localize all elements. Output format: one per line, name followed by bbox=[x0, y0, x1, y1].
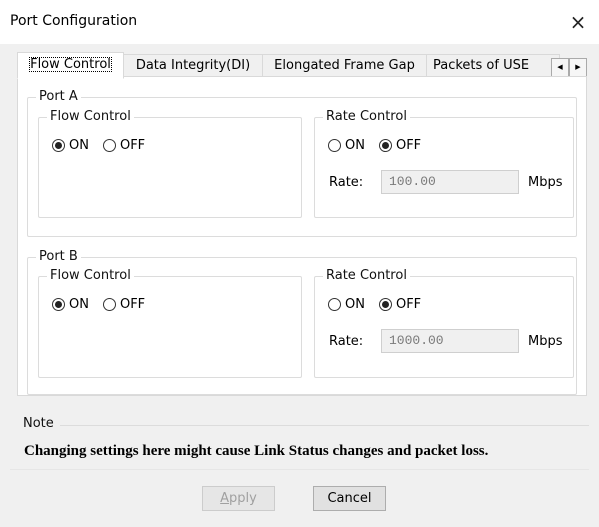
flow-control-radio-group: ON OFF bbox=[52, 295, 159, 313]
rate-off-radio[interactable]: OFF bbox=[378, 296, 422, 312]
radio-checked-icon bbox=[378, 138, 392, 152]
group-rate-control-b: Rate Control ON OFF Rate: 1000.00 Mbps bbox=[314, 268, 574, 378]
flow-on-radio[interactable]: ON bbox=[52, 297, 89, 312]
tab-elongated-frame-gap[interactable]: Elongated Frame Gap bbox=[262, 54, 427, 76]
flow-control-radio-group: ON OFF bbox=[52, 136, 159, 154]
title-bar: Port Configuration × bbox=[0, 0, 599, 44]
radio-label: ON bbox=[345, 296, 365, 312]
flow-on-radio[interactable]: ON bbox=[52, 138, 89, 153]
radio-label: OFF bbox=[119, 296, 146, 312]
rate-input[interactable]: 100.00 bbox=[381, 170, 519, 194]
flow-off-radio[interactable]: OFF bbox=[102, 296, 146, 312]
radio-unchecked-icon bbox=[102, 297, 116, 311]
rate-label: Rate: bbox=[329, 334, 364, 349]
tab-scroll-right-icon[interactable]: ▶ bbox=[569, 58, 587, 77]
tab-label: Data Integrity(DI) bbox=[135, 58, 251, 73]
radio-unchecked-icon bbox=[328, 297, 341, 311]
group-title: Flow Control bbox=[47, 109, 134, 125]
rate-on-radio[interactable]: ON bbox=[328, 297, 365, 312]
tab-scroll-left-icon[interactable]: ◀ bbox=[551, 58, 569, 77]
apply-label: pply bbox=[229, 491, 257, 506]
group-title: Rate Control bbox=[323, 268, 410, 284]
tab-flow-control[interactable]: Flow Control bbox=[17, 52, 124, 79]
group-title: Rate Control bbox=[323, 109, 410, 125]
rate-unit: Mbps bbox=[528, 334, 563, 349]
rate-control-radio-group: ON OFF bbox=[328, 136, 435, 154]
group-flow-control-a: Flow Control ON OFF bbox=[38, 109, 302, 218]
tab-label: Elongated Frame Gap bbox=[274, 58, 415, 73]
group-port-b: Port B Flow Control ON OFF Rate Control bbox=[27, 249, 577, 395]
radio-unchecked-icon bbox=[328, 138, 341, 152]
group-flow-control-b: Flow Control ON OFF bbox=[38, 268, 302, 378]
rate-label: Rate: bbox=[329, 175, 364, 190]
radio-label: OFF bbox=[395, 296, 422, 312]
radio-label: OFF bbox=[119, 137, 146, 153]
tab-panel-flow-control: Port A Flow Control ON OFF Rate Control bbox=[17, 76, 587, 396]
cancel-button[interactable]: Cancel bbox=[313, 486, 386, 511]
group-title: Port A bbox=[36, 89, 81, 105]
flow-off-radio[interactable]: OFF bbox=[102, 137, 146, 153]
radio-unchecked-icon bbox=[102, 138, 116, 152]
rate-unit: Mbps bbox=[528, 175, 563, 190]
radio-checked-icon bbox=[378, 297, 392, 311]
note-text: Changing settings here might cause Link … bbox=[24, 443, 489, 459]
rate-input[interactable]: 1000.00 bbox=[381, 329, 519, 353]
tab-label: Packets of USE bbox=[433, 58, 530, 73]
rate-off-radio[interactable]: OFF bbox=[378, 137, 422, 153]
group-rate-control-a: Rate Control ON OFF Rate: 100.00 Mbps bbox=[314, 109, 574, 218]
note-divider bbox=[60, 425, 589, 426]
window-title: Port Configuration bbox=[10, 13, 138, 29]
dialog-client: Flow Control Data Integrity(DI) Elongate… bbox=[0, 44, 599, 527]
group-title: Port B bbox=[36, 249, 81, 265]
close-icon[interactable]: × bbox=[559, 4, 597, 40]
note-bottom-divider bbox=[10, 469, 589, 470]
tab-packets-of-use[interactable]: Packets of USE bbox=[426, 54, 560, 75]
group-port-a: Port A Flow Control ON OFF Rate Control bbox=[27, 89, 577, 237]
rate-on-radio[interactable]: ON bbox=[328, 138, 365, 153]
rate-control-radio-group: ON OFF bbox=[328, 295, 435, 313]
apply-button[interactable]: Apply bbox=[202, 486, 275, 511]
tab-data-integrity[interactable]: Data Integrity(DI) bbox=[123, 54, 263, 76]
tab-label: Flow Control bbox=[29, 57, 112, 72]
radio-label: ON bbox=[345, 137, 365, 153]
radio-label: ON bbox=[69, 296, 89, 312]
radio-checked-icon bbox=[52, 297, 65, 311]
group-title: Flow Control bbox=[47, 268, 134, 284]
radio-label: ON bbox=[69, 137, 89, 153]
note-title: Note bbox=[23, 416, 54, 431]
apply-mnemonic: A bbox=[220, 491, 230, 506]
radio-checked-icon bbox=[52, 138, 65, 152]
radio-label: OFF bbox=[395, 137, 422, 153]
